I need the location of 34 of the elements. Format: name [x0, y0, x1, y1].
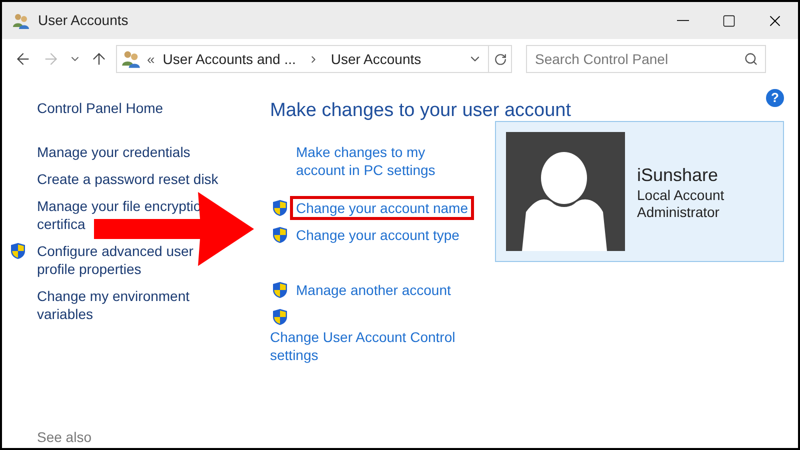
- account-type: Local Account: [637, 186, 724, 204]
- sidebar-link[interactable]: Configure advanced user profile properties: [37, 242, 194, 278]
- task-link[interactable]: Change your account type: [296, 226, 460, 244]
- page-heading: Make changes to your user account: [270, 99, 572, 123]
- sidebar-link[interactable]: Change my environment variables: [37, 287, 190, 323]
- control-panel-home-link[interactable]: Control Panel Home: [37, 99, 257, 117]
- account-name: iSunshare: [637, 164, 720, 186]
- sidebar-link[interactable]: Manage your credentials: [37, 143, 190, 161]
- see-also-label: See also: [37, 428, 92, 446]
- task-link[interactable]: Make changes to my account in PC settings: [296, 143, 436, 179]
- users-icon: [121, 49, 141, 69]
- minimize-icon: [677, 20, 689, 21]
- users-icon: [12, 12, 30, 30]
- window-title: User Accounts: [38, 11, 128, 30]
- breadcrumb[interactable]: User Accounts and ...: [162, 48, 296, 70]
- shield-icon: [272, 226, 288, 244]
- help-icon[interactable]: ?: [766, 89, 784, 107]
- task-link[interactable]: Manage another account: [296, 281, 451, 299]
- sidebar-link[interactable]: Manage your file encryptio: [37, 197, 202, 215]
- breadcrumb-separator: «: [147, 50, 155, 68]
- shield-icon: [272, 281, 288, 299]
- task-link[interactable]: Change your account name: [293, 199, 471, 217]
- address-field[interactable]: « User Accounts and ... User Accounts: [116, 45, 512, 73]
- account-role: Administrator: [637, 204, 720, 220]
- task-link[interactable]: Change User Account Control settings: [270, 328, 482, 364]
- shield-icon: [10, 242, 26, 260]
- breadcrumb[interactable]: User Accounts: [330, 48, 422, 70]
- shield-icon: [272, 199, 288, 217]
- maximize-icon: [722, 14, 736, 28]
- sidebar-link[interactable]: certifica: [37, 215, 86, 233]
- shield-icon: [272, 308, 288, 326]
- sidebar-link[interactable]: Create a password reset disk: [37, 170, 218, 188]
- search-field[interactable]: Search Control Panel: [526, 45, 766, 73]
- search-icon: [744, 52, 758, 66]
